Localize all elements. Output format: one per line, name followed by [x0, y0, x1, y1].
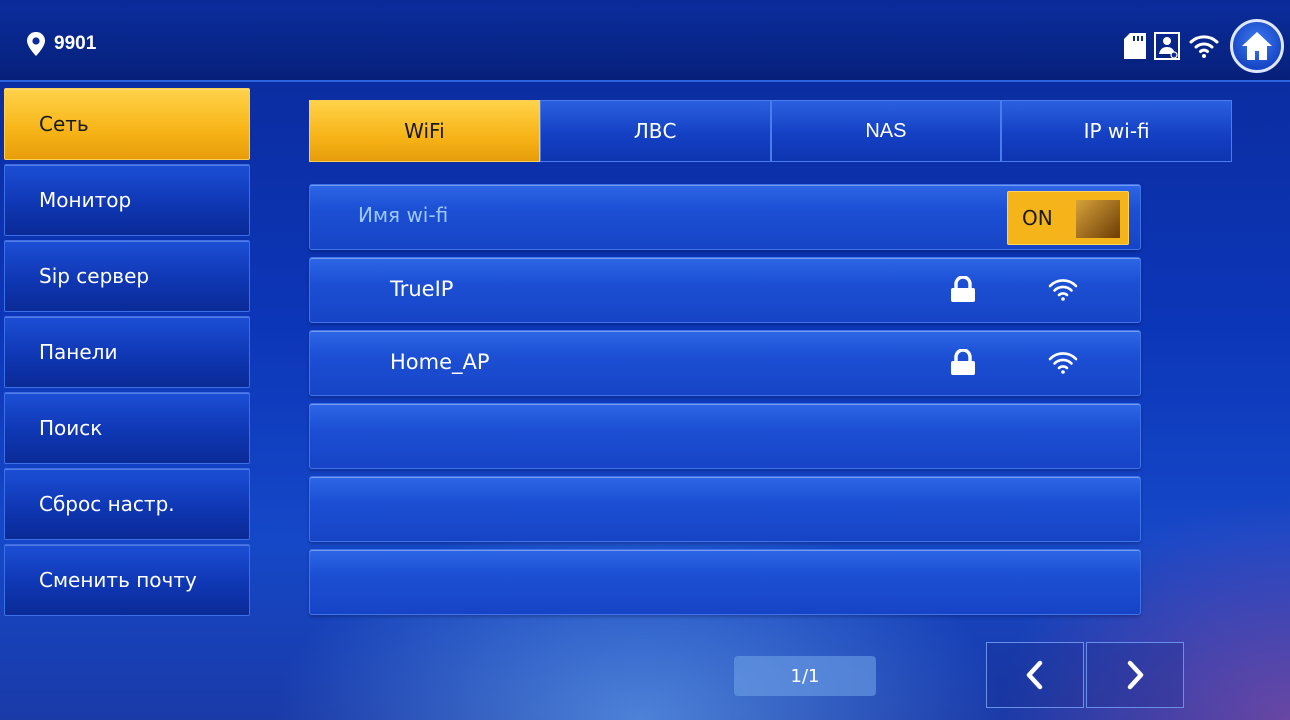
empty-list-row — [309, 403, 1141, 469]
sidebar-item-label: Поиск — [39, 416, 103, 440]
sidebar-item-label: Сброс настр. — [39, 492, 175, 516]
list-item[interactable]: Home_AP — [309, 330, 1141, 396]
empty-list-row — [309, 476, 1141, 542]
lock-icon — [951, 276, 975, 302]
wifi-toggle[interactable]: ON — [1007, 191, 1129, 245]
empty-list-row — [309, 549, 1141, 615]
sidebar-item-label: Панели — [39, 340, 118, 364]
sidebar-item-monitor[interactable]: Монитор — [4, 164, 250, 236]
toggle-state-label: ON — [1022, 206, 1053, 230]
settings-sidebar: Сеть Монитор Sip сервер Панели Поиск Сбр… — [4, 88, 250, 620]
room-number: 9901 — [54, 33, 97, 54]
tab-lan[interactable]: ЛВС — [539, 100, 771, 162]
tab-nas[interactable]: NAS — [770, 100, 1002, 162]
network-name: Home_AP — [390, 350, 490, 374]
network-name: TrueIP — [390, 277, 454, 301]
next-page-button[interactable] — [1086, 642, 1184, 708]
wifi-network-list: Имя wi-fi ON TrueIP Home_AP — [309, 184, 1141, 622]
sidebar-item-network[interactable]: Сеть — [4, 88, 250, 160]
tab-ip-wifi[interactable]: IP wi-fi — [1001, 100, 1232, 162]
sd-card-icon — [1124, 33, 1146, 59]
chevron-left-icon — [1026, 660, 1043, 690]
home-button[interactable] — [1230, 19, 1284, 73]
sidebar-item-label: Сменить почту — [39, 568, 197, 592]
contacts-icon — [1154, 32, 1180, 60]
network-tabs: WiFi ЛВС NAS IP wi-fi — [309, 100, 1232, 162]
lock-icon — [951, 349, 975, 375]
location-indicator: 9901 — [26, 32, 96, 56]
list-item[interactable]: TrueIP — [309, 257, 1141, 323]
toggle-knob — [1076, 200, 1120, 238]
status-icons — [1116, 16, 1284, 76]
sidebar-item-label: Sip сервер — [39, 264, 150, 288]
tab-wifi[interactable]: WiFi — [309, 100, 540, 162]
chevron-right-icon — [1127, 660, 1144, 690]
sidebar-item-change-email[interactable]: Сменить почту — [4, 544, 250, 616]
wifi-signal-icon — [1048, 352, 1078, 374]
home-icon — [1242, 32, 1272, 60]
sidebar-item-reset-settings[interactable]: Сброс настр. — [4, 468, 250, 540]
previous-page-button[interactable] — [986, 642, 1084, 708]
sidebar-item-sip-server[interactable]: Sip сервер — [4, 240, 250, 312]
wifi-header-row: Имя wi-fi ON — [309, 184, 1141, 250]
sidebar-item-panels[interactable]: Панели — [4, 316, 250, 388]
sidebar-item-label: Сеть — [39, 112, 89, 136]
top-bar: 9901 — [0, 10, 1290, 82]
wifi-icon — [1188, 33, 1220, 59]
sidebar-item-search[interactable]: Поиск — [4, 392, 250, 464]
page-indicator: 1/1 — [734, 656, 876, 696]
location-pin-icon — [27, 32, 45, 56]
wifi-signal-icon — [1048, 279, 1078, 301]
wifi-name-label: Имя wi-fi — [358, 203, 449, 227]
sidebar-item-label: Монитор — [39, 188, 132, 212]
